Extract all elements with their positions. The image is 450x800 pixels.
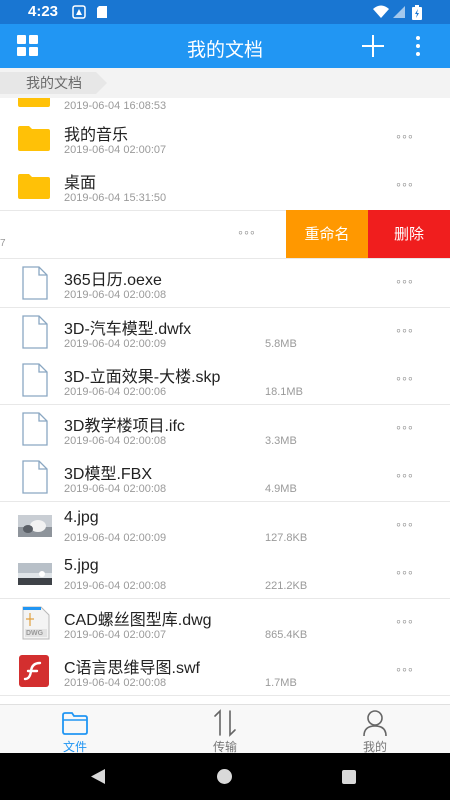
file-name: 3D教学楼项目.ifc — [64, 418, 185, 435]
signal-icon — [393, 6, 405, 18]
document-icon — [16, 411, 52, 447]
file-size: 18.1MB — [265, 386, 303, 398]
file-name: 我的音乐 — [64, 127, 129, 144]
list-item[interactable]: 3D-立面效果-大楼.skp 2019-06-04 02:00:06 18.1M… — [0, 356, 450, 405]
breadcrumb[interactable]: 我的文档 — [0, 72, 107, 94]
file-name: 3D-汽车模型.dwfx — [64, 321, 192, 338]
dwg-file-icon: DWG — [16, 605, 52, 641]
more-options-icon[interactable]: ◦◦◦ — [396, 128, 414, 144]
tab-files[interactable]: 文件 — [0, 705, 150, 754]
person-icon — [363, 710, 387, 737]
file-date: 2019-06-04 02:00:08 — [64, 435, 167, 447]
more-options-icon[interactable]: ◦◦◦ — [238, 224, 256, 240]
system-navigation-bar — [0, 753, 450, 800]
folder-icon — [62, 712, 88, 735]
recent-apps-icon[interactable] — [342, 770, 356, 784]
file-date: 2019-06-04 02:00:08 — [64, 289, 167, 301]
file-date: 2019-06-04 02:00:08 — [64, 580, 167, 592]
more-options-icon[interactable]: ◦◦◦ — [396, 322, 414, 338]
file-date: 2019-06-04 02:00:07 — [64, 629, 167, 641]
file-name: CAD螺丝图型库.dwg — [64, 612, 212, 629]
document-icon — [16, 459, 52, 495]
file-name: C语言思维导图.swf — [64, 660, 201, 677]
file-date: 2019-06-04 02:00:08 — [64, 677, 167, 689]
file-date: 2019-06-04 02:00:07 — [64, 144, 167, 156]
folder-icon — [16, 120, 52, 156]
list-item[interactable]: C语言思维导图.swf 2019-06-04 02:00:08 1.7MB ◦◦… — [0, 647, 450, 696]
more-options-icon[interactable]: ◦◦◦ — [396, 613, 414, 629]
add-icon[interactable] — [362, 35, 384, 57]
file-name: 3D-立面效果-大楼.skp — [64, 369, 221, 386]
list-item[interactable]: 3D教学楼项目.ifc 2019-06-04 02:00:08 3.3MB ◦◦… — [0, 405, 450, 454]
wifi-icon — [373, 5, 389, 18]
list-item[interactable]: 我的音乐 2019-06-04 02:00:07 ◦◦◦ — [0, 114, 450, 163]
battery-icon — [412, 5, 422, 20]
more-options-icon[interactable]: ◦◦◦ — [396, 564, 414, 580]
more-vert-icon[interactable] — [408, 34, 428, 58]
file-size: 3.3MB — [265, 435, 297, 447]
list-item[interactable]: 桌面 2019-06-04 15:31:50 ◦◦◦ — [0, 162, 450, 211]
breadcrumb-bar: 我的文档 — [0, 68, 450, 98]
back-icon[interactable] — [90, 768, 106, 785]
file-name: 4.jpg — [64, 509, 99, 526]
file-size: 865.4KB — [265, 629, 308, 641]
list-item[interactable]: 3D-汽车模型.dwfx 2019-06-04 02:00:09 5.8MB ◦… — [0, 308, 450, 357]
file-date-fragment: 7 — [0, 238, 6, 249]
list-item[interactable]: DWG CAD螺丝图型库.dwg 2019-06-04 02:00:07 865… — [0, 599, 450, 648]
home-icon[interactable] — [217, 769, 232, 784]
file-name: 365日历.oexe — [64, 272, 162, 289]
file-size: 221.2KB — [265, 580, 308, 592]
dwg-badge: DWG — [26, 630, 44, 637]
list-item[interactable]: 5.jpg 2019-06-04 02:00:08 221.2KB ◦◦◦ — [0, 550, 450, 599]
image-thumbnail — [16, 556, 52, 592]
file-name: 5.jpg — [64, 557, 99, 574]
sd-card-icon — [97, 6, 107, 18]
file-size: 1.7MB — [265, 677, 297, 689]
status-time: 4:23 — [28, 3, 59, 20]
file-list: 2019-06-04 16:08:53 我的音乐 2019-06-04 02:0… — [0, 98, 450, 704]
file-size: 5.8MB — [265, 338, 297, 350]
flash-file-icon — [16, 653, 52, 689]
more-options-icon[interactable]: ◦◦◦ — [396, 370, 414, 386]
more-options-icon[interactable]: ◦◦◦ — [396, 419, 414, 435]
notification-icon — [72, 5, 86, 19]
more-options-icon[interactable]: ◦◦◦ — [396, 661, 414, 677]
bottom-navigation: 文件 传输 我的 — [0, 704, 450, 754]
file-date: 2019-06-04 16:08:53 — [64, 100, 167, 112]
document-icon — [16, 314, 52, 350]
image-thumbnail — [16, 508, 52, 544]
more-options-icon[interactable]: ◦◦◦ — [396, 467, 414, 483]
transfer-icon — [214, 709, 236, 737]
tab-transfer[interactable]: 传输 — [150, 705, 300, 754]
list-item[interactable]: 3D模型.FBX 2019-06-04 02:00:08 4.9MB ◦◦◦ — [0, 453, 450, 502]
file-name: 3D模型.FBX — [64, 466, 153, 483]
swiped-list-item[interactable]: 7 ◦◦◦ 重命名 删除 — [0, 210, 450, 259]
tab-mine[interactable]: 我的 — [300, 705, 450, 754]
list-item[interactable]: 365日历.oexe 2019-06-04 02:00:08 ◦◦◦ — [0, 259, 450, 308]
file-date: 2019-06-04 02:00:09 — [64, 532, 167, 544]
folder-icon — [16, 168, 52, 204]
file-date: 2019-06-04 02:00:06 — [64, 386, 167, 398]
file-size: 127.8KB — [265, 532, 308, 544]
more-options-icon[interactable]: ◦◦◦ — [396, 176, 414, 192]
file-name: 桌面 — [64, 175, 97, 192]
delete-button[interactable]: 删除 — [368, 210, 450, 258]
file-date: 2019-06-04 02:00:09 — [64, 338, 167, 350]
file-date: 2019-06-04 15:31:50 — [64, 192, 167, 204]
more-options-icon[interactable]: ◦◦◦ — [396, 273, 414, 289]
file-size: 4.9MB — [265, 483, 297, 495]
file-date: 2019-06-04 02:00:08 — [64, 483, 167, 495]
list-item[interactable]: 4.jpg 2019-06-04 02:00:09 127.8KB ◦◦◦ — [0, 502, 450, 551]
app-bar: 我的文档 — [0, 24, 450, 68]
folder-icon — [16, 98, 52, 112]
document-icon — [16, 362, 52, 398]
status-bar: 4:23 — [0, 0, 450, 24]
more-options-icon[interactable]: ◦◦◦ — [396, 516, 414, 532]
document-icon — [16, 265, 52, 301]
rename-button[interactable]: 重命名 — [286, 210, 368, 258]
